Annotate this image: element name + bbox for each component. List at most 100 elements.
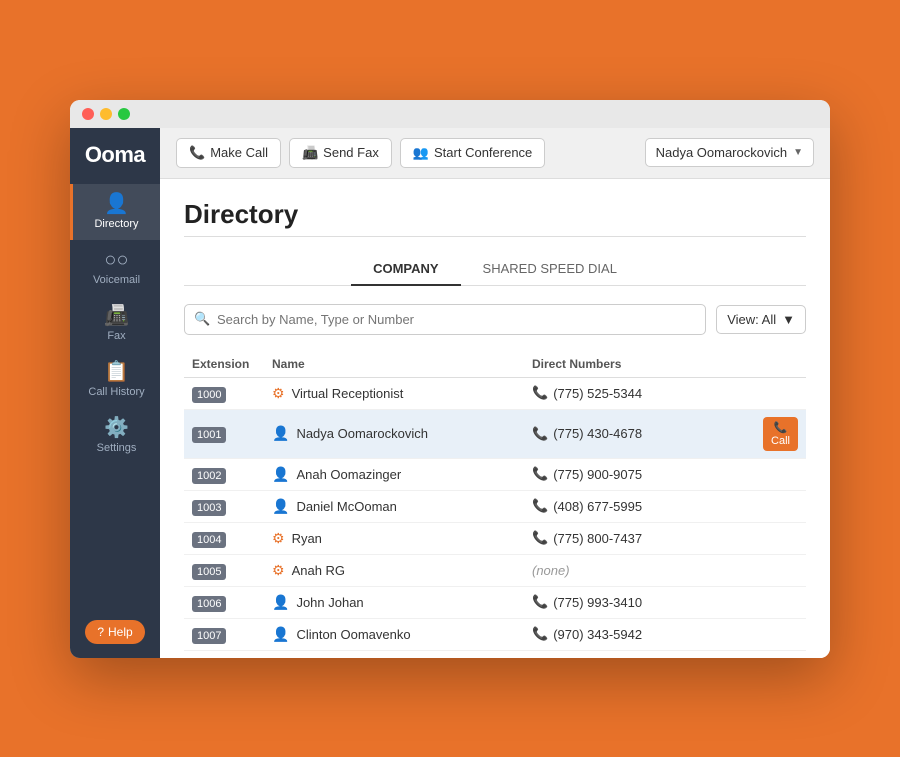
cell-name: ⚙Anah RG bbox=[264, 554, 524, 586]
person-icon: 👤 bbox=[272, 466, 289, 483]
no-number: (none) bbox=[532, 563, 570, 578]
start-conference-label: Start Conference bbox=[434, 145, 532, 160]
search-icon: 🔍 bbox=[194, 311, 210, 327]
close-dot[interactable] bbox=[82, 108, 94, 120]
cell-extension: 1008 bbox=[184, 650, 264, 658]
directory-icon: 👤 bbox=[104, 194, 129, 214]
cell-extension: 1006 bbox=[184, 586, 264, 618]
cell-name: 👤Clinton Oomavenko bbox=[264, 618, 524, 650]
table-row: 1007👤Clinton Oomavenko📞(970) 343-5942 bbox=[184, 618, 806, 650]
phone-number: (775) 900-9075 bbox=[553, 467, 642, 482]
col-header-direct-numbers: Direct Numbers bbox=[524, 351, 806, 378]
person-icon: 👤 bbox=[272, 626, 289, 643]
voicemail-icon: ○○ bbox=[104, 250, 128, 270]
col-header-extension: Extension bbox=[184, 351, 264, 378]
sidebar-label-call-history: Call History bbox=[88, 386, 144, 398]
call-history-icon: 📋 bbox=[104, 362, 129, 382]
help-label: Help bbox=[108, 625, 133, 639]
sidebar-item-call-history[interactable]: 📋 Call History bbox=[70, 352, 160, 408]
extension-badge: 1003 bbox=[192, 500, 226, 516]
person-icon: 👤 bbox=[272, 594, 289, 611]
view-dropdown[interactable]: View: All ▼ bbox=[716, 305, 806, 334]
directory-table: Extension Name Direct Numbers 1000⚙Virtu… bbox=[184, 351, 806, 658]
start-conference-button[interactable]: 👥 Start Conference bbox=[400, 138, 545, 168]
cell-direct-number: 📞(408) 677-5995 bbox=[524, 490, 806, 522]
user-name: Nadya Oomarockovich bbox=[656, 145, 788, 160]
cell-direct-number: 📞(970) 343-5942 bbox=[524, 618, 806, 650]
topbar: 📞 Make Call 📠 Send Fax 👥 Start Conferenc… bbox=[160, 128, 830, 179]
minimize-dot[interactable] bbox=[100, 108, 112, 120]
user-dropdown[interactable]: Nadya Oomarockovich ▼ bbox=[645, 138, 814, 167]
phone-number: (775) 800-7437 bbox=[553, 531, 642, 546]
phone-number: (775) 525-5344 bbox=[553, 386, 642, 401]
send-fax-label: Send Fax bbox=[323, 145, 379, 160]
cell-extension: 1004 bbox=[184, 522, 264, 554]
view-label: View: All bbox=[727, 312, 776, 327]
col-header-name: Name bbox=[264, 351, 524, 378]
phone-icon: 📞 bbox=[532, 466, 548, 482]
table-row: 1005⚙Anah RG (none) bbox=[184, 554, 806, 586]
extension-badge: 1006 bbox=[192, 596, 226, 612]
cell-direct-number: 📞 (775) 525-5344 bbox=[524, 377, 806, 409]
cell-extension: 1003 bbox=[184, 490, 264, 522]
tab-company[interactable]: COMPANY bbox=[351, 253, 460, 286]
cell-direct-number: 📞(775) 993-3410 bbox=[524, 586, 806, 618]
page-title: Directory bbox=[184, 199, 806, 230]
make-call-icon: 📞 bbox=[189, 145, 205, 161]
cell-extension: 1002 bbox=[184, 458, 264, 490]
cell-direct-number: 📞(530) 405-2228 bbox=[524, 650, 806, 658]
cell-name: ⚙ Virtual Receptionist bbox=[264, 377, 524, 409]
cell-direct-number: (none) bbox=[524, 554, 806, 586]
sidebar-label-voicemail: Voicemail bbox=[93, 274, 140, 286]
tabs-container: COMPANY SHARED SPEED DIAL bbox=[184, 253, 806, 286]
cell-direct-number: 📞(775) 800-7437 bbox=[524, 522, 806, 554]
user-dropdown-arrow: ▼ bbox=[793, 147, 803, 158]
maximize-dot[interactable] bbox=[118, 108, 130, 120]
view-arrow: ▼ bbox=[782, 312, 795, 327]
contact-name: Virtual Receptionist bbox=[292, 386, 404, 401]
contact-name: Ryan bbox=[292, 531, 322, 546]
extension-badge: 1002 bbox=[192, 468, 226, 484]
search-input[interactable] bbox=[184, 304, 706, 335]
person-icon: 👤 bbox=[272, 498, 289, 515]
table-row: 1001👤Nadya Oomarockovich📞(775) 430-4678📞… bbox=[184, 409, 806, 458]
table-row: 1000⚙Virtual Receptionist📞(775) 525-5344 bbox=[184, 377, 806, 409]
person-icon: 👤 bbox=[272, 425, 289, 442]
sidebar-item-directory[interactable]: 👤 Directory bbox=[70, 184, 160, 240]
search-row: 🔍 View: All ▼ bbox=[184, 304, 806, 335]
cell-name: ⚙ Ryan bbox=[264, 522, 524, 554]
app-logo: Ooma bbox=[85, 142, 145, 168]
contact-name: Anah RG bbox=[292, 563, 345, 578]
table-row: 1008👤Susan Hills📞(530) 405-2228 bbox=[184, 650, 806, 658]
robot-icon: ⚙ bbox=[272, 530, 285, 547]
phone-number: (408) 677-5995 bbox=[553, 499, 642, 514]
make-call-button[interactable]: 📞 Make Call bbox=[176, 138, 281, 168]
cell-name: 👤Nadya Oomarockovich bbox=[264, 409, 524, 458]
send-fax-icon: 📠 bbox=[302, 145, 318, 161]
settings-icon: ⚙️ bbox=[104, 418, 129, 438]
contact-name: John Johan bbox=[296, 595, 363, 610]
app-window: Ooma 👤 Directory ○○ Voicemail 📠 Fax 📋 Ca… bbox=[70, 100, 830, 658]
contact-name: Daniel McOoman bbox=[296, 499, 396, 514]
fax-icon: 📠 bbox=[104, 306, 129, 326]
make-call-label: Make Call bbox=[210, 145, 268, 160]
call-button[interactable]: 📞Call bbox=[763, 417, 798, 451]
tab-shared-speed-dial[interactable]: SHARED SPEED DIAL bbox=[461, 253, 639, 286]
sidebar-item-fax[interactable]: 📠 Fax bbox=[70, 296, 160, 352]
table-row: 1004 ⚙ Ryan 📞(775) 800-7437 bbox=[184, 522, 806, 554]
robot-icon: ⚙ bbox=[272, 385, 285, 402]
sidebar-item-voicemail[interactable]: ○○ Voicemail bbox=[70, 240, 160, 296]
cell-name: 👤Susan Hills bbox=[264, 650, 524, 658]
phone-icon: 📞 bbox=[532, 385, 548, 401]
extension-badge: 1004 bbox=[192, 532, 226, 548]
title-divider bbox=[184, 236, 806, 237]
sidebar-item-settings[interactable]: ⚙️ Settings bbox=[70, 408, 160, 464]
cell-extension: 1005 bbox=[184, 554, 264, 586]
app-layout: Ooma 👤 Directory ○○ Voicemail 📠 Fax 📋 Ca… bbox=[70, 128, 830, 658]
send-fax-button[interactable]: 📠 Send Fax bbox=[289, 138, 392, 168]
sidebar-label-settings: Settings bbox=[97, 442, 137, 454]
sidebar-label-directory: Directory bbox=[94, 218, 138, 230]
contact-name: Anah Oomazinger bbox=[296, 467, 401, 482]
help-button[interactable]: ? Help bbox=[85, 620, 144, 644]
cell-direct-number: 📞 (775) 900-9075 bbox=[524, 458, 806, 490]
